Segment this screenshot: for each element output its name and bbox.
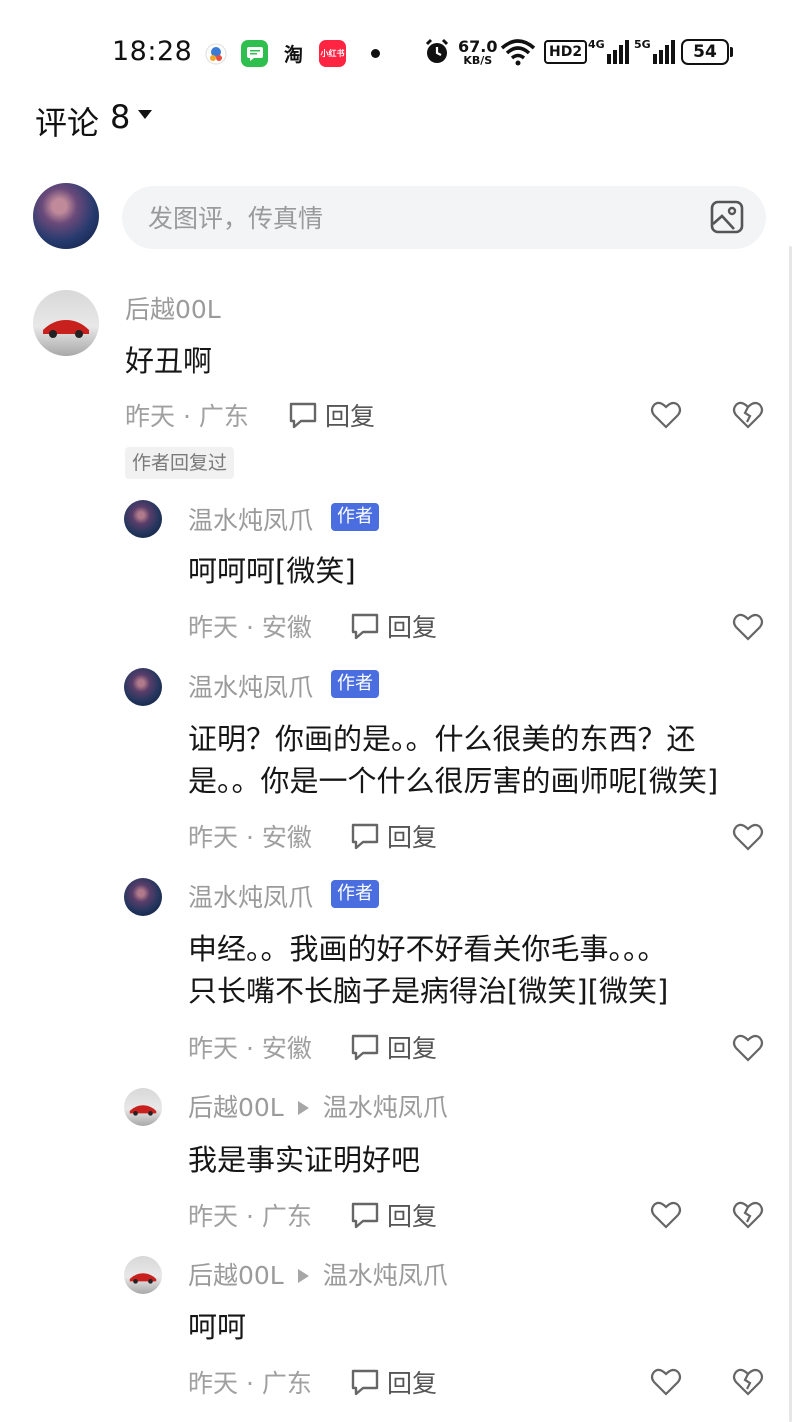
comment-text: 只长嘴不长脑子是病得治[微笑][微笑] bbox=[188, 974, 669, 1008]
comment-meta: 昨天 · 安徽 bbox=[188, 613, 312, 642]
scrollbar[interactable] bbox=[789, 246, 792, 1422]
status-time: 18:28 bbox=[112, 36, 193, 67]
signal-4g-icon: 4G bbox=[588, 36, 629, 68]
signal-4g-label: 4G bbox=[588, 38, 605, 51]
reply-button[interactable]: 回复 bbox=[287, 397, 375, 433]
comments-title: 评论 bbox=[35, 104, 100, 142]
sort-dropdown-caret-icon[interactable] bbox=[138, 110, 152, 119]
reply-bubble-icon bbox=[351, 823, 379, 850]
comment-meta: 昨天 · 安徽 bbox=[188, 1034, 312, 1063]
reply-to-arrow-icon bbox=[297, 1101, 309, 1115]
comment-input[interactable] bbox=[146, 186, 690, 251]
signal-5g-icon: 5G bbox=[634, 36, 675, 68]
hd-label: HD2 bbox=[544, 40, 588, 64]
commenter-name[interactable]: 温水炖凤爪 bbox=[188, 501, 313, 537]
avatar[interactable] bbox=[124, 1256, 162, 1294]
reply-button[interactable]: 回复 bbox=[349, 818, 437, 854]
commenter-name[interactable]: 后越00L bbox=[188, 1093, 284, 1122]
reply-button[interactable]: 回复 bbox=[349, 1364, 437, 1400]
alarm-icon bbox=[424, 36, 450, 68]
commenter-name[interactable]: 后越00L bbox=[125, 290, 221, 326]
network-speed: 67.0 KB/S bbox=[458, 36, 497, 68]
like-heart-icon[interactable] bbox=[650, 1200, 682, 1230]
messages-app-icon bbox=[241, 40, 268, 67]
reply-label: 回复 bbox=[325, 402, 376, 431]
baidu-app-icon bbox=[202, 40, 229, 67]
dislike-broken-heart-icon[interactable] bbox=[732, 1200, 764, 1230]
reply-bubble-icon bbox=[351, 1034, 379, 1061]
current-user-avatar[interactable] bbox=[33, 183, 99, 249]
commenter-name[interactable]: 温水炖凤爪 bbox=[188, 668, 313, 704]
reply-button[interactable]: 回复 bbox=[349, 1029, 437, 1065]
comment-text: 呵呵呵[微笑] bbox=[188, 554, 356, 588]
avatar[interactable] bbox=[124, 500, 162, 538]
author-badge: 作者 bbox=[331, 880, 379, 908]
battery-level: 54 bbox=[681, 39, 733, 65]
reply-label: 回复 bbox=[387, 823, 438, 852]
add-image-icon[interactable] bbox=[710, 200, 744, 234]
reply-bubble-icon bbox=[351, 613, 379, 640]
avatar[interactable] bbox=[124, 878, 162, 916]
comment-text: 申经。。我画的好不好看关你毛事。。。 bbox=[188, 932, 667, 966]
reply-label: 回复 bbox=[387, 1202, 438, 1231]
comment-input-box[interactable] bbox=[122, 186, 766, 251]
commenter-name[interactable]: 后越00L bbox=[188, 1261, 284, 1290]
like-heart-icon[interactable] bbox=[732, 612, 764, 642]
reply-bubble-icon bbox=[351, 1202, 379, 1229]
author-replied-badge: 作者回复过 bbox=[125, 447, 235, 479]
signal-5g-label: 5G bbox=[634, 38, 651, 51]
reply-label: 回复 bbox=[387, 1369, 438, 1398]
network-speed-unit: KB/S bbox=[463, 53, 493, 67]
author-badge: 作者 bbox=[331, 503, 379, 531]
like-heart-icon[interactable] bbox=[732, 822, 764, 852]
dislike-broken-heart-icon[interactable] bbox=[732, 400, 764, 430]
comment-meta: 昨天 · 广东 bbox=[188, 1202, 312, 1231]
reply-to-name[interactable]: 温水炖凤爪 bbox=[323, 1093, 448, 1122]
avatar[interactable] bbox=[124, 1088, 162, 1126]
more-notifications-dot bbox=[371, 49, 380, 58]
comment-meta: 昨天 · 广东 bbox=[188, 1369, 312, 1398]
author-badge: 作者 bbox=[331, 670, 379, 698]
comment-text: 证明？你画的是。。什么很美的东西？还 bbox=[188, 722, 696, 756]
reply-thread-header: 后越00L 温水炖凤爪 bbox=[188, 1256, 448, 1292]
battery-icon: 54 bbox=[681, 36, 733, 68]
reply-label: 回复 bbox=[387, 1034, 438, 1063]
dislike-broken-heart-icon[interactable] bbox=[732, 1367, 764, 1397]
reply-bubble-icon bbox=[289, 402, 317, 429]
reply-to-name[interactable]: 温水炖凤爪 bbox=[323, 1261, 448, 1290]
comment-text: 我是事实证明好吧 bbox=[188, 1143, 421, 1177]
reply-button[interactable]: 回复 bbox=[349, 1197, 437, 1233]
avatar[interactable] bbox=[124, 668, 162, 706]
comment-text: 呵呵 bbox=[188, 1310, 247, 1344]
reply-bubble-icon bbox=[351, 1369, 379, 1396]
like-heart-icon[interactable] bbox=[650, 400, 682, 430]
reply-thread-header: 后越00L 温水炖凤爪 bbox=[188, 1088, 448, 1124]
hd-voice-icon: HD2 bbox=[544, 36, 588, 68]
comment-meta: 昨天 · 广东 bbox=[125, 402, 249, 431]
commenter-name[interactable]: 温水炖凤爪 bbox=[188, 878, 313, 914]
reply-label: 回复 bbox=[387, 613, 438, 642]
like-heart-icon[interactable] bbox=[650, 1367, 682, 1397]
avatar[interactable] bbox=[33, 290, 99, 356]
wifi-icon bbox=[500, 36, 536, 68]
xiaohongshu-app-icon: 小红书 bbox=[319, 40, 346, 67]
network-speed-value: 67.0 bbox=[458, 36, 498, 56]
comment-text: 是。。你是一个什么很厉害的画师呢[微笑] bbox=[188, 764, 719, 798]
taobao-app-icon: 淘 bbox=[283, 44, 303, 66]
reply-to-arrow-icon bbox=[297, 1269, 309, 1283]
comment-meta: 昨天 · 安徽 bbox=[188, 823, 312, 852]
comment-text: 好丑啊 bbox=[125, 344, 213, 378]
like-heart-icon[interactable] bbox=[732, 1033, 764, 1063]
comments-count: 8 bbox=[110, 98, 131, 136]
reply-button[interactable]: 回复 bbox=[349, 608, 437, 644]
